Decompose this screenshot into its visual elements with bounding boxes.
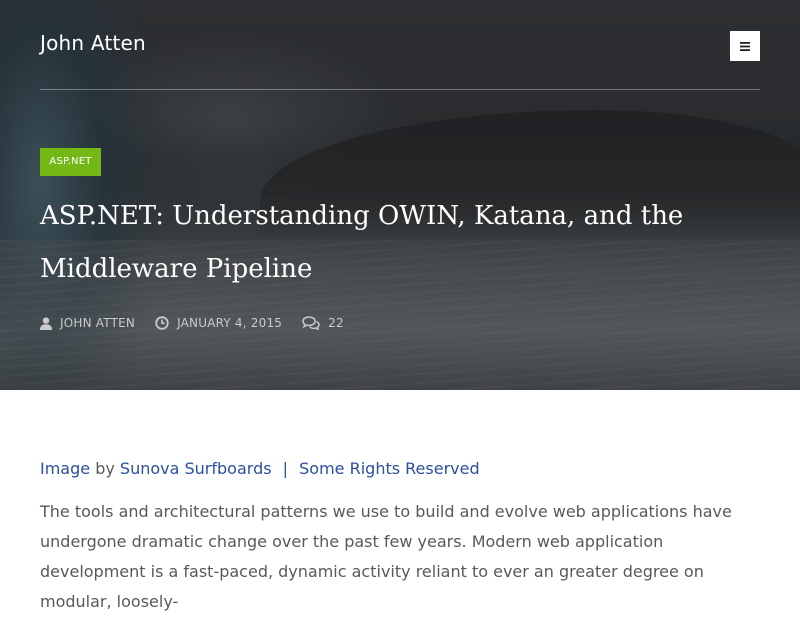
post-content: Image by Sunova Surfboards | Some Rights…: [40, 455, 760, 617]
meta-date-text: JANUARY 4, 2015: [177, 316, 283, 330]
meta-author-name: JOHN ATTEN: [60, 316, 136, 330]
comments-icon: [302, 316, 320, 330]
hamburger-icon: [740, 41, 750, 51]
post-meta: JOHN ATTEN JANUARY 4, 2015 22: [40, 314, 344, 332]
source-link[interactable]: Sunova Surfboards: [120, 459, 272, 478]
meta-date[interactable]: JANUARY 4, 2015: [155, 316, 282, 330]
credit-by-text: by: [95, 459, 115, 478]
meta-comments-count: 22: [328, 316, 344, 330]
category-badge[interactable]: ASP.NET: [40, 148, 101, 176]
user-icon: [40, 316, 52, 330]
meta-comments[interactable]: 22: [302, 316, 344, 330]
hero-banner: John Atten ASP.NET ASP.NET: Understandin…: [0, 0, 800, 390]
site-title[interactable]: John Atten: [40, 31, 146, 55]
rights-link[interactable]: Some Rights Reserved: [299, 459, 479, 478]
image-credit: Image by Sunova Surfboards | Some Rights…: [40, 455, 760, 483]
post-title: ASP.NET: Understanding OWIN, Katana, and…: [40, 201, 684, 284]
credit-separator: |: [282, 459, 289, 478]
image-link[interactable]: Image: [40, 459, 90, 478]
header-divider: [40, 89, 760, 90]
meta-author[interactable]: JOHN ATTEN: [40, 316, 135, 330]
body-paragraph: The tools and architectural patterns we …: [40, 502, 732, 611]
clock-icon: [155, 316, 169, 330]
menu-button[interactable]: [730, 31, 760, 61]
